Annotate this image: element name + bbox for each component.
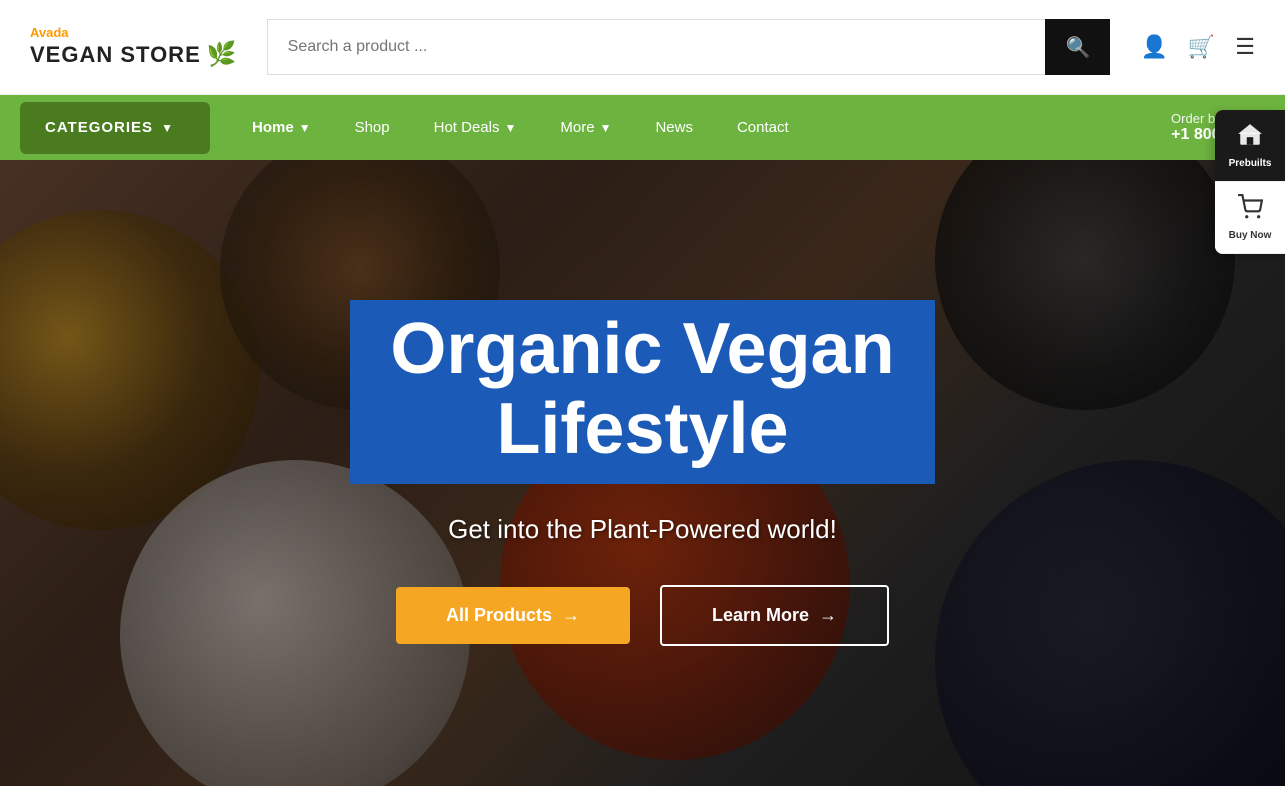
nav-items: Home ▼ Shop Hot Deals ▼ More ▼ News Cont…	[230, 95, 1171, 160]
nav-contact-label: Contact	[737, 119, 789, 136]
hero-buttons: All Products → Learn More →	[396, 585, 889, 646]
navbar: CATEGORIES ▼ Home ▼ Shop Hot Deals ▼ Mor…	[0, 95, 1285, 160]
logo-area: Avada VEGAN STORE 🌿	[30, 25, 237, 69]
hero-section: Organic Vegan Lifestyle Get into the Pla…	[0, 160, 1285, 786]
header-icons: 👤 🛒 ☰	[1140, 34, 1255, 60]
header: Avada VEGAN STORE 🌿 🔍 👤 🛒 ☰	[0, 0, 1285, 95]
nav-item-shop[interactable]: Shop	[333, 95, 412, 160]
cart-icon[interactable]: 🛒	[1188, 34, 1215, 60]
nav-home-label: Home	[252, 119, 294, 136]
prebuilts-panel: Prebuilts Buy Now	[1215, 110, 1285, 254]
nav-item-home[interactable]: Home ▼	[230, 95, 333, 160]
all-products-label: All Products	[446, 605, 552, 626]
logo-bottom: VEGAN STORE 🌿	[30, 40, 237, 69]
search-icon: 🔍	[1066, 35, 1091, 60]
nav-hotdeals-chevron: ▼	[504, 121, 516, 135]
nav-news-label: News	[655, 119, 693, 136]
hero-title-line1: Organic Vegan	[390, 310, 894, 389]
user-icon[interactable]: 👤	[1140, 34, 1167, 60]
prebuilts-button[interactable]: Prebuilts	[1215, 110, 1285, 182]
search-button[interactable]: 🔍	[1045, 19, 1110, 75]
nav-hotdeals-label: Hot Deals	[434, 119, 500, 136]
nav-home-chevron: ▼	[299, 121, 311, 135]
learn-more-button[interactable]: Learn More →	[660, 585, 889, 646]
nav-item-news[interactable]: News	[633, 95, 715, 160]
brand-name-bottom: VEGAN STORE	[30, 42, 201, 68]
categories-chevron-icon: ▼	[161, 121, 174, 135]
prebuilts-label: Prebuilts	[1229, 158, 1272, 169]
nav-item-hotdeals[interactable]: Hot Deals ▼	[412, 95, 539, 160]
buynow-icon	[1237, 194, 1263, 226]
all-products-arrow-icon: →	[562, 605, 580, 626]
categories-label: CATEGORIES	[45, 119, 153, 136]
leaf-icon: 🌿	[207, 40, 237, 69]
search-input[interactable]	[267, 19, 1046, 75]
learn-more-label: Learn More	[712, 605, 809, 626]
hero-title-line2: Lifestyle	[390, 390, 894, 469]
all-products-button[interactable]: All Products →	[396, 587, 630, 644]
buynow-button[interactable]: Buy Now	[1215, 182, 1285, 254]
search-bar: 🔍	[267, 19, 1111, 75]
nav-item-more[interactable]: More ▼	[538, 95, 633, 160]
prebuilts-icon	[1237, 122, 1263, 154]
nav-more-label: More	[560, 119, 594, 136]
nav-item-contact[interactable]: Contact	[715, 95, 811, 160]
buynow-label: Buy Now	[1229, 230, 1272, 241]
hero-title-box: Organic Vegan Lifestyle	[350, 300, 934, 483]
hero-subtitle: Get into the Plant-Powered world!	[448, 514, 837, 545]
nav-more-chevron: ▼	[600, 121, 612, 135]
menu-icon[interactable]: ☰	[1235, 34, 1255, 60]
brand-name-top: Avada	[30, 25, 237, 40]
categories-button[interactable]: CATEGORIES ▼	[20, 102, 210, 154]
hero-content: Organic Vegan Lifestyle Get into the Pla…	[0, 160, 1285, 786]
nav-shop-label: Shop	[355, 119, 390, 136]
learn-more-arrow-icon: →	[819, 605, 837, 626]
